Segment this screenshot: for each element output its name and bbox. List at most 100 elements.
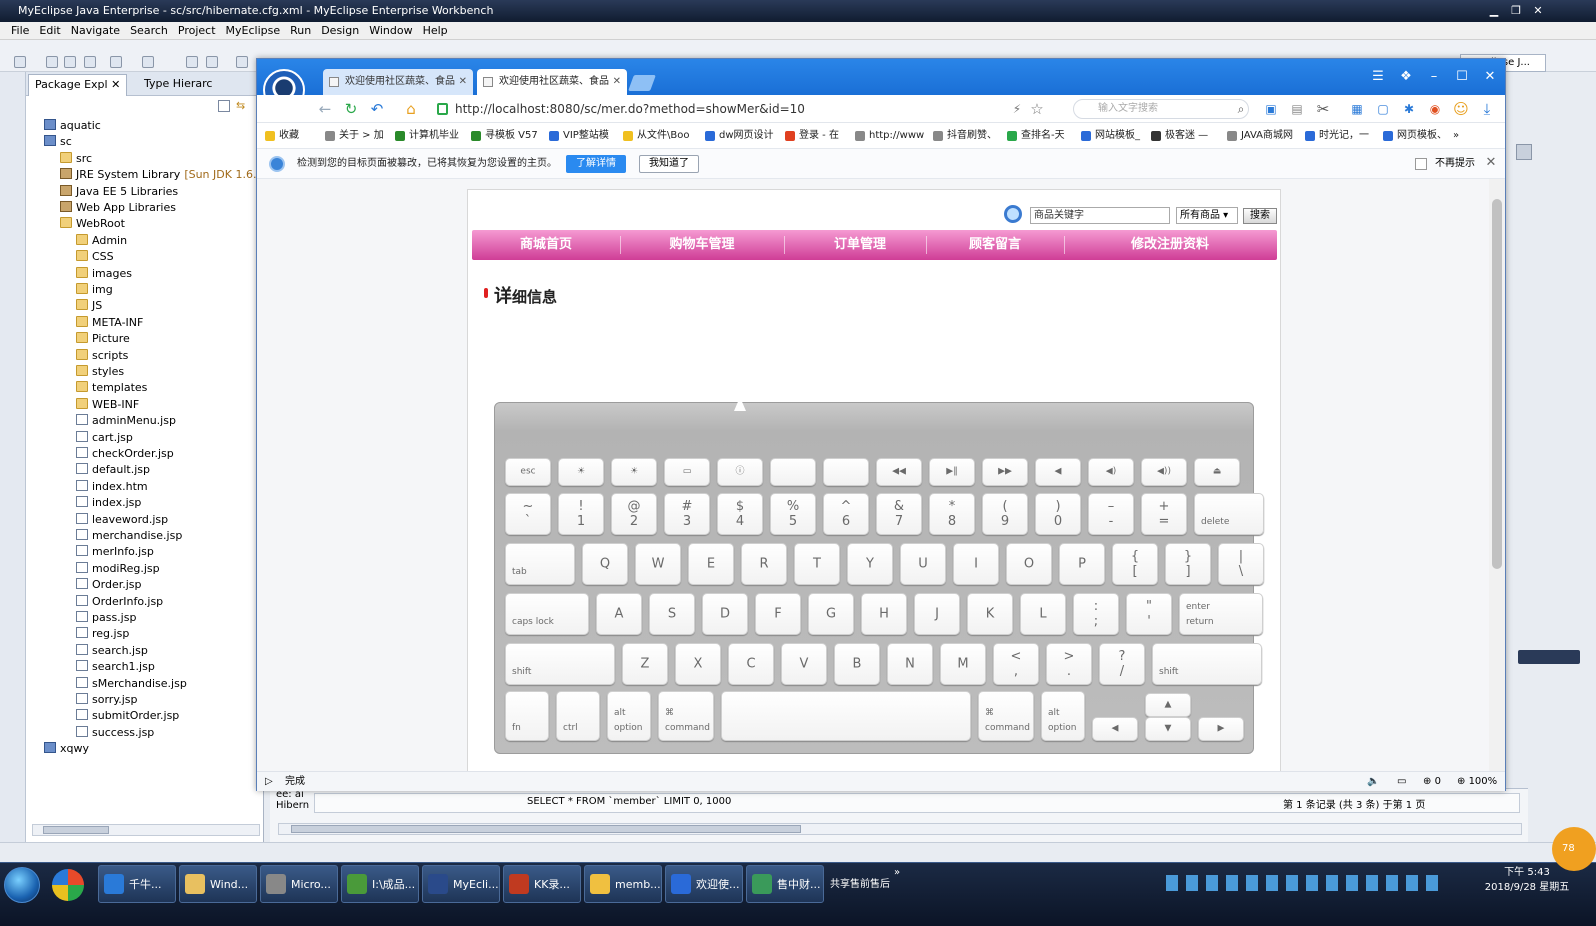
menu-icon[interactable]: ☰ (1367, 67, 1389, 87)
tree-item[interactable]: CSS (76, 249, 114, 265)
tree-item[interactable]: META-INF (76, 315, 143, 331)
nav-item[interactable]: 商城首页 (472, 230, 620, 260)
screenshot-icon[interactable]: ▤ (1287, 99, 1307, 119)
page-scrollbar[interactable] (1489, 179, 1505, 771)
bookmark-item[interactable]: 抖音刷赞、 (933, 128, 997, 144)
collapse-all-icon[interactable] (218, 100, 230, 112)
tab-type-hierarchy[interactable]: Type Hierarc (138, 74, 218, 96)
bookmark-item[interactable]: http://www (855, 128, 924, 144)
tree-item[interactable]: default.jsp (76, 462, 150, 478)
bookmark-item[interactable]: 网站模板_ (1081, 128, 1140, 144)
nav-item[interactable]: 订单管理 (784, 230, 936, 260)
tree-item[interactable]: merInfo.jsp (76, 544, 154, 560)
undo-icon[interactable]: ↶ (367, 99, 387, 119)
scissors-icon[interactable]: ✂ (1313, 99, 1333, 119)
close-icon[interactable]: ✕ (1528, 3, 1548, 19)
volume-icon[interactable]: 🔈 (1367, 772, 1379, 792)
menu-item-file[interactable]: File (6, 22, 34, 39)
nav-item[interactable]: 顾客留言 (926, 230, 1064, 260)
counter-badge[interactable]: ⊕ 0 (1423, 772, 1441, 792)
star-icon[interactable]: ☆ (1027, 99, 1047, 119)
float-ball-icon[interactable]: 78 (1552, 827, 1596, 871)
tree-item[interactable]: Java EE 5 Libraries (60, 184, 178, 200)
menu-item-window[interactable]: Window (364, 22, 417, 39)
search-button[interactable]: 搜索 (1243, 208, 1277, 224)
tree-item[interactable]: OrderInfo.jsp (76, 594, 163, 610)
menu-item-navigate[interactable]: Navigate (66, 22, 125, 39)
tree-item[interactable]: modiReg.jsp (76, 561, 160, 577)
close-notice-icon[interactable]: ✕ (1483, 155, 1499, 171)
open-type-icon[interactable] (236, 56, 248, 68)
dismiss-button[interactable]: 我知道了 (639, 155, 699, 173)
minimize-icon[interactable]: – (1423, 67, 1445, 87)
tree-item[interactable]: WEB-INF (76, 397, 139, 413)
input-method-bar[interactable] (1518, 650, 1580, 664)
tree-item[interactable]: templates (76, 380, 147, 396)
taskbar-item[interactable]: Micro... (260, 865, 338, 903)
back-icon[interactable]: ← (315, 99, 335, 119)
bookmark-item[interactable]: 计算机毕业 (395, 128, 459, 144)
360-icon[interactable] (52, 869, 84, 901)
tree-item[interactable]: xqwy (44, 741, 89, 757)
tree-item[interactable]: success.jsp (76, 725, 154, 741)
tree-item[interactable]: search.jsp (76, 643, 148, 659)
deploy-icon[interactable] (142, 56, 154, 68)
menu-item-search[interactable]: Search (125, 22, 173, 39)
tree-item[interactable]: Web App Libraries (60, 200, 176, 216)
tree-item[interactable]: leaveword.jsp (76, 512, 168, 528)
close-icon[interactable]: ✕ (1479, 67, 1501, 87)
tree-item[interactable]: merchandise.jsp (76, 528, 182, 544)
build-icon[interactable] (110, 56, 122, 68)
scrollbar-thumb[interactable] (1492, 199, 1502, 569)
bookmark-item[interactable]: 从文件\Boo (623, 128, 689, 144)
server-icon[interactable] (186, 56, 198, 68)
taskbar-item[interactable]: I:\成品... (341, 865, 419, 903)
bookmark-item[interactable]: 网页模板、 (1383, 128, 1447, 144)
tree-item[interactable]: scripts (76, 348, 128, 364)
bookmark-item[interactable]: 寻模板 V57 (471, 128, 538, 144)
tree-item[interactable]: styles (76, 364, 124, 380)
maximize-icon[interactable]: ❐ (1506, 3, 1526, 19)
menu-item-edit[interactable]: Edit (34, 22, 65, 39)
taskbar-item[interactable]: memb... (584, 865, 662, 903)
tab-package-explorer[interactable]: Package Expl ✕ (28, 74, 128, 96)
console-scrollbar[interactable] (278, 823, 1522, 835)
tree-item[interactable]: index.htm (76, 479, 148, 495)
bookmark-item[interactable]: VIP整站模 (549, 128, 609, 144)
maximize-icon[interactable]: ☐ (1451, 67, 1473, 87)
tree-item[interactable]: adminMenu.jsp (76, 413, 176, 429)
outline-icon[interactable] (1516, 144, 1532, 160)
taskbar-item[interactable]: KK录... (503, 865, 581, 903)
close-tab-icon[interactable]: ✕ (459, 69, 467, 95)
new-icon[interactable] (14, 56, 26, 68)
game-icon[interactable]: ◉ (1425, 99, 1445, 119)
puzzle-icon[interactable]: ✱ (1399, 99, 1419, 119)
learn-more-button[interactable]: 了解详情 (566, 155, 626, 173)
bookmark-item[interactable]: 收藏 (265, 128, 299, 144)
browser-icon[interactable] (206, 56, 218, 68)
search-box[interactable]: 输入文字搜索 (1073, 99, 1249, 119)
home-icon[interactable]: ⌂ (401, 99, 421, 119)
zoom-control[interactable]: ⊕ 100% (1457, 772, 1497, 792)
horizontal-scrollbar[interactable] (32, 824, 260, 836)
scrollbar-thumb[interactable] (291, 825, 801, 833)
bookmark-item[interactable]: 关于 > 加 (325, 128, 384, 144)
more-bookmarks-icon[interactable]: » (1453, 128, 1459, 144)
tree-item[interactable]: JRE System Library [Sun JDK 1.6.0_13] (60, 167, 287, 183)
taskbar-item[interactable]: Wind... (179, 865, 257, 903)
tree-item[interactable]: index.jsp (76, 495, 141, 511)
face-icon[interactable]: ☺ (1451, 99, 1471, 119)
bookmark-icon[interactable]: ▢ (1373, 99, 1393, 119)
lock-icon[interactable]: ▭ (1397, 772, 1406, 792)
tree-item[interactable]: Admin (76, 233, 127, 249)
tree-item[interactable]: submitOrder.jsp (76, 708, 179, 724)
search-icon[interactable]: ⌕ (1231, 99, 1251, 119)
print-icon[interactable] (84, 56, 96, 68)
menu-item-help[interactable]: Help (418, 22, 453, 39)
bookmark-item[interactable]: 登录 - 在 (785, 128, 839, 144)
tree-item[interactable]: images (76, 266, 132, 282)
taskbar-item[interactable]: 售中财... (746, 865, 824, 903)
tree-item[interactable]: Picture (76, 331, 130, 347)
bookmark-item[interactable]: dw网页设计 (705, 128, 774, 144)
save-all-icon[interactable] (64, 56, 76, 68)
